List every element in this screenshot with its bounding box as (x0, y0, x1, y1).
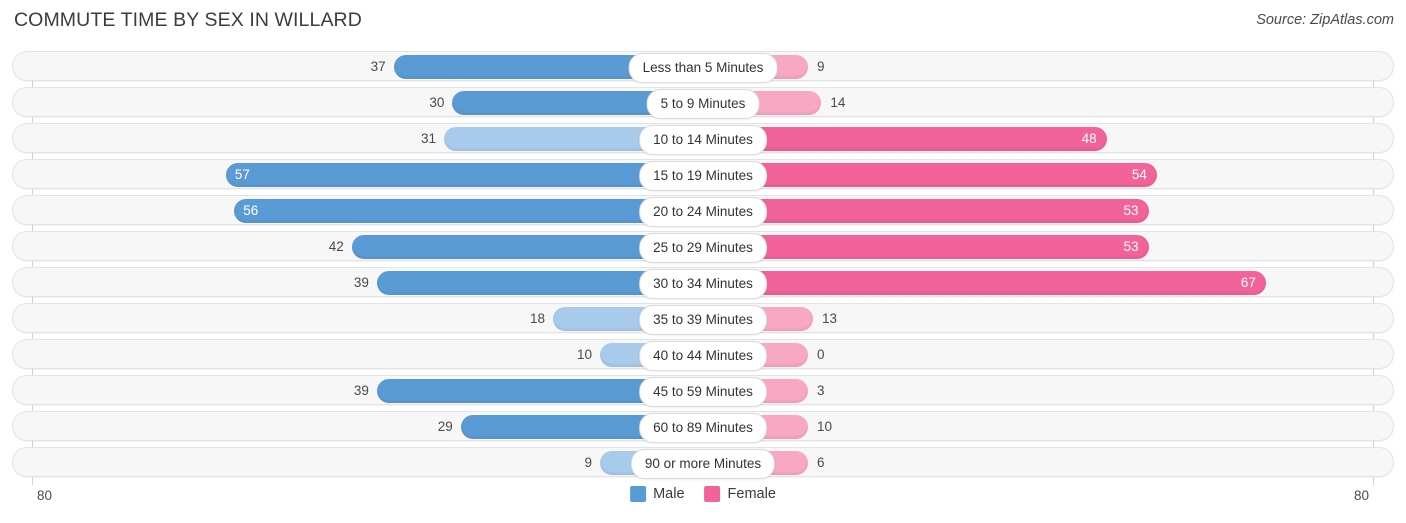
bar-value-female: 9 (817, 59, 825, 74)
bar-rows: 37 9 Less than 5 Minutes 30 14 5 to 9 Minutes… (0, 51, 1406, 483)
bar-value-male: 39 (353, 383, 369, 398)
source-attribution: Source: ZipAtlas.com (1256, 12, 1394, 28)
bar-value-male: 10 (576, 347, 592, 362)
category-label: 30 to 34 Minutes (639, 269, 767, 299)
bar-value-female: 13 (822, 311, 838, 326)
legend: Male Female (630, 486, 776, 502)
bar-male[interactable] (225, 163, 704, 187)
bar-female[interactable] (704, 199, 1149, 223)
axis-tick-left: 80 (37, 488, 53, 503)
category-label: 45 to 59 Minutes (639, 377, 767, 407)
bar-value-male: 37 (370, 59, 386, 74)
row-track: 30 14 5 to 9 Minutes (12, 87, 1394, 119)
category-label: 40 to 44 Minutes (639, 341, 767, 371)
bar-value-male: 30 (429, 95, 445, 110)
bar-row: 56 53 20 to 24 Minutes (0, 195, 1406, 227)
plot-area: 37 9 Less than 5 Minutes 30 14 5 to 9 Minutes… (0, 51, 1406, 485)
bar-row: 29 10 60 to 89 Minutes (0, 411, 1406, 443)
bar-value-female: 48 (1081, 131, 1097, 146)
row-track: 10 0 40 to 44 Minutes (12, 339, 1394, 371)
category-label: Less than 5 Minutes (628, 53, 778, 83)
bar-value-male: 9 (584, 455, 592, 470)
bar-value-female: 3 (817, 383, 825, 398)
bar-value-male: 29 (437, 419, 453, 434)
bar-value-female: 54 (1131, 167, 1147, 182)
category-label: 60 to 89 Minutes (639, 413, 767, 443)
row-track: 39 3 45 to 59 Minutes (12, 375, 1394, 407)
bar-row: 57 54 15 to 19 Minutes (0, 159, 1406, 191)
row-track: 56 53 20 to 24 Minutes (12, 195, 1394, 227)
chart-container: COMMUTE TIME BY SEX IN WILLARD Source: Z… (0, 0, 1406, 523)
legend-item-male[interactable]: Male (630, 486, 685, 502)
row-track: 29 10 60 to 89 Minutes (12, 411, 1394, 443)
chart-footer: 80 80 Male Female (0, 485, 1406, 523)
bar-male[interactable] (234, 199, 704, 223)
category-label: 35 to 39 Minutes (639, 305, 767, 335)
bar-row: 10 0 40 to 44 Minutes (0, 339, 1406, 371)
row-track: 57 54 15 to 19 Minutes (12, 159, 1394, 191)
bar-row: 30 14 5 to 9 Minutes (0, 87, 1406, 119)
row-track: 39 67 30 to 34 Minutes (12, 267, 1394, 299)
bar-row: 42 53 25 to 29 Minutes (0, 231, 1406, 263)
bar-value-male: 57 (234, 167, 250, 182)
legend-item-female[interactable]: Female (704, 486, 776, 502)
legend-swatch-icon (704, 486, 721, 502)
bar-value-male: 18 (529, 311, 546, 326)
category-label: 5 to 9 Minutes (646, 89, 760, 119)
axis-tick-right: 80 (1353, 488, 1369, 503)
bar-row: 18 13 35 to 39 Minutes (0, 303, 1406, 335)
legend-label: Male (653, 486, 685, 502)
category-label: 10 to 14 Minutes (639, 125, 767, 155)
bar-value-male: 56 (243, 203, 259, 218)
category-label: 25 to 29 Minutes (639, 233, 767, 263)
page-title: COMMUTE TIME BY SEX IN WILLARD (14, 9, 362, 31)
bar-row: 9 6 90 or more Minutes (0, 447, 1406, 479)
bar-row: 39 3 45 to 59 Minutes (0, 375, 1406, 407)
legend-label: Female (727, 486, 776, 502)
bar-value-male: 31 (420, 131, 436, 146)
bar-value-female: 0 (817, 347, 825, 362)
bar-female[interactable] (704, 163, 1157, 187)
bar-value-female: 53 (1123, 203, 1139, 218)
row-track: 42 53 25 to 29 Minutes (12, 231, 1394, 263)
row-track: 37 9 Less than 5 Minutes (12, 51, 1394, 83)
category-label: 90 or more Minutes (630, 449, 776, 479)
row-track: 18 13 35 to 39 Minutes (12, 303, 1394, 335)
bar-value-male: 42 (328, 239, 344, 254)
bar-value-male: 39 (353, 275, 369, 290)
bar-value-female: 67 (1240, 275, 1256, 290)
legend-swatch-icon (630, 486, 647, 502)
bar-female[interactable] (704, 235, 1149, 259)
row-track: 31 48 10 to 14 Minutes (12, 123, 1394, 155)
bar-value-female: 6 (817, 455, 825, 470)
bar-row: 39 67 30 to 34 Minutes (0, 267, 1406, 299)
bar-row: 31 48 10 to 14 Minutes (0, 123, 1406, 155)
bar-value-female: 14 (830, 95, 846, 110)
category-label: 20 to 24 Minutes (639, 197, 767, 227)
bar-row: 37 9 Less than 5 Minutes (0, 51, 1406, 83)
category-label: 15 to 19 Minutes (639, 161, 767, 191)
row-track: 9 6 90 or more Minutes (12, 447, 1394, 479)
bar-female[interactable] (704, 271, 1266, 295)
bar-value-female: 10 (817, 419, 833, 434)
bar-value-female: 53 (1123, 239, 1139, 254)
